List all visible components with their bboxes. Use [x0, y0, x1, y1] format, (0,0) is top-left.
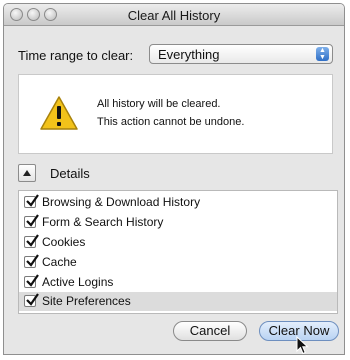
active-logins-checkbox[interactable] [24, 274, 39, 288]
time-range-label: Time range to clear: [18, 48, 134, 63]
cache-checkbox[interactable] [24, 254, 39, 268]
cancel-button[interactable]: Cancel [173, 321, 247, 341]
checkmark-icon [26, 214, 39, 227]
form-history-checkbox[interactable] [24, 214, 39, 228]
time-range-value: Everything [158, 47, 220, 62]
list-item-label: Cookies [42, 235, 86, 249]
updown-arrows-icon: ▲ ▼ [316, 47, 329, 61]
title-bar: Clear All History [4, 4, 344, 26]
list-item-label: Form & Search History [42, 215, 164, 229]
list-item[interactable]: Active Logins [19, 273, 337, 292]
browsing-history-checkbox[interactable] [24, 194, 39, 208]
checkmark-icon [26, 234, 39, 247]
checkmark-icon [26, 254, 39, 267]
cookies-checkbox[interactable] [24, 234, 39, 248]
clear-history-dialog: Clear All History Time range to clear: E… [3, 3, 345, 355]
list-item-label: Browsing & Download History [42, 195, 201, 209]
warning-box: All history will be cleared. This action… [18, 74, 333, 154]
time-range-select[interactable]: Everything ▲ ▼ [149, 44, 333, 64]
list-item-label: Site Preferences [42, 294, 131, 308]
list-item[interactable]: Site Preferences [19, 292, 337, 311]
warning-message-line1: All history will be cleared. [97, 98, 221, 110]
list-item[interactable]: Cookies [19, 233, 337, 252]
checkmark-icon [26, 274, 39, 287]
checkmark-icon [26, 293, 39, 306]
list-item[interactable]: Form & Search History [19, 213, 337, 232]
details-disclosure-button[interactable] [18, 164, 36, 182]
list-item-label: Cache [42, 255, 77, 269]
mouse-pointer-icon [296, 336, 309, 355]
triangle-up-icon [23, 170, 31, 176]
list-item-label: Active Logins [42, 275, 114, 289]
site-preferences-checkbox[interactable] [24, 293, 39, 307]
warning-triangle-icon [40, 96, 78, 130]
checkmark-icon [26, 194, 39, 207]
history-items-list: Browsing & Download History Form & Searc… [18, 190, 338, 314]
warning-message-line2: This action cannot be undone. [97, 116, 245, 128]
list-item[interactable]: Cache [19, 253, 337, 272]
details-label: Details [50, 166, 90, 181]
list-item[interactable]: Browsing & Download History [19, 193, 337, 212]
window-title: Clear All History [127, 8, 221, 23]
